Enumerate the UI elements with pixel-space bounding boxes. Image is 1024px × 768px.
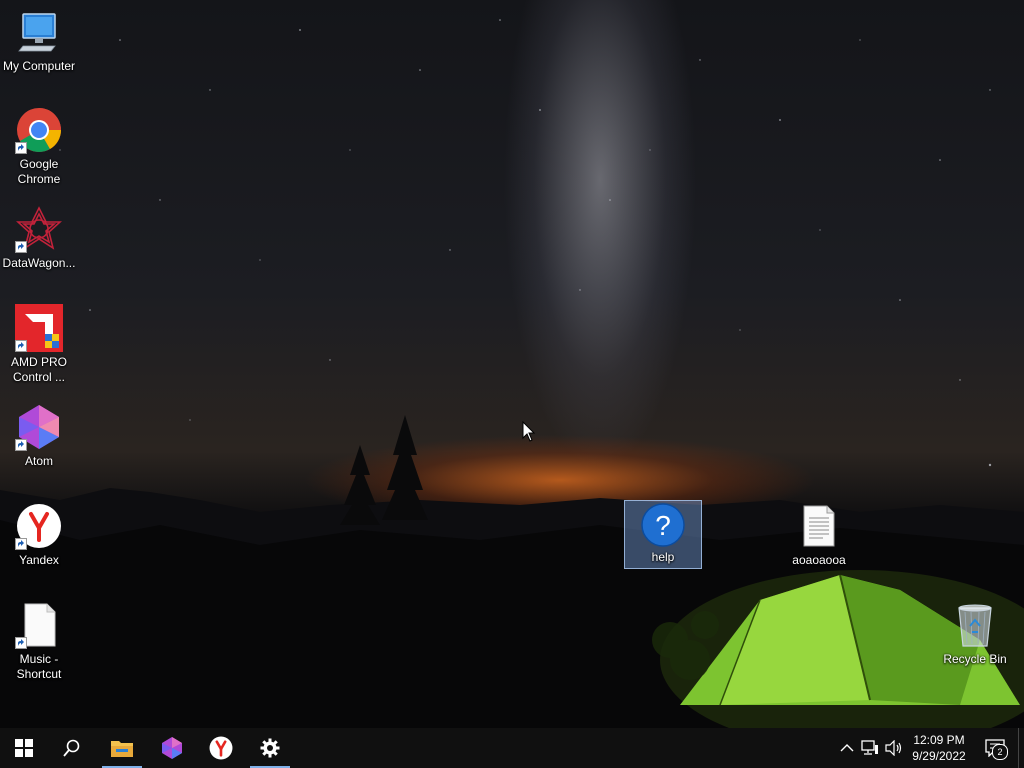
desktop-icon-aoaoaooa[interactable]: aoaoaooa xyxy=(780,502,858,568)
atom-icon xyxy=(15,403,63,451)
taskbar-yandex[interactable] xyxy=(197,728,245,768)
desktop-icon-label: My Computer xyxy=(2,59,76,73)
chevron-up-icon xyxy=(840,744,854,752)
mouse-cursor-icon xyxy=(522,421,536,442)
clock-time: 12:09 PM xyxy=(913,733,965,747)
svg-text:?: ? xyxy=(655,510,671,541)
desktop-icon-recycle-bin[interactable]: Recycle Bin xyxy=(936,601,1014,667)
search-button[interactable] xyxy=(48,728,96,768)
settings-icon xyxy=(260,738,280,758)
taskbar-atom[interactable] xyxy=(148,728,196,768)
desktop-icon-label: help xyxy=(651,550,675,564)
search-icon xyxy=(63,739,80,757)
desktop-icon-music-shortcut[interactable]: Music - Shortcut xyxy=(0,601,78,682)
action-center-button[interactable]: 2 xyxy=(982,738,1008,760)
show-desktop-button[interactable] xyxy=(1018,728,1024,768)
computer-icon xyxy=(15,8,63,56)
recycle-bin-icon xyxy=(951,601,999,649)
file-explorer-icon xyxy=(111,741,133,757)
landscape-silhouette xyxy=(0,415,1024,728)
atom-icon xyxy=(162,737,182,759)
start-button[interactable] xyxy=(0,728,48,768)
notification-count-badge: 2 xyxy=(992,744,1008,760)
yandex-icon xyxy=(209,736,233,760)
desktop-icon-label: aoaoaooa xyxy=(792,553,846,567)
desktop-icon-amd-pro-control[interactable]: AMD PRO Control ... xyxy=(0,304,78,385)
desktop-icon-help[interactable]: ? help xyxy=(624,500,702,569)
desktop-icon-label: Recycle Bin xyxy=(943,652,1007,666)
file-icon xyxy=(15,601,63,649)
taskbar: 12:09 PM 9/29/2022 2 xyxy=(0,728,1024,768)
desktop-icon-label: Google Chrome xyxy=(17,157,61,186)
desktop-icon-yandex[interactable]: Yandex xyxy=(0,502,78,568)
desktop-icon-label: DataWagon... xyxy=(2,256,76,270)
yandex-icon xyxy=(15,502,63,550)
network-button[interactable] xyxy=(860,738,880,758)
network-icon xyxy=(861,740,878,755)
shortcut-arrow-icon xyxy=(15,241,27,253)
desktop-icon-label: Yandex xyxy=(19,553,59,567)
shortcut-arrow-icon xyxy=(15,538,27,550)
shortcut-arrow-icon xyxy=(15,439,27,451)
text-file-icon xyxy=(795,502,843,550)
clock[interactable]: 12:09 PM 9/29/2022 xyxy=(906,732,972,764)
amd-icon xyxy=(15,304,63,352)
volume-button[interactable] xyxy=(884,738,904,758)
chrome-icon xyxy=(15,106,63,154)
desktop[interactable]: My Computer Google Chrome DataWagon... A… xyxy=(0,0,1024,728)
show-hidden-icons-button[interactable] xyxy=(837,738,857,758)
taskbar-settings[interactable] xyxy=(246,728,294,768)
clock-date: 9/29/2022 xyxy=(912,749,966,763)
desktop-icon-label: AMD PRO Control ... xyxy=(10,355,67,384)
speaker-icon xyxy=(885,740,902,756)
shortcut-arrow-icon xyxy=(15,340,27,352)
taskbar-file-explorer[interactable] xyxy=(98,728,146,768)
datawagon-icon xyxy=(15,205,63,253)
desktop-icon-google-chrome[interactable]: Google Chrome xyxy=(0,106,78,187)
shortcut-arrow-icon xyxy=(15,142,27,154)
start-icon xyxy=(15,739,33,757)
desktop-icon-label: Music - Shortcut xyxy=(16,652,62,681)
help-icon: ? xyxy=(639,501,687,549)
shortcut-arrow-icon xyxy=(15,637,27,649)
desktop-icon-label: Atom xyxy=(24,454,53,468)
desktop-icon-atom[interactable]: Atom xyxy=(0,403,78,469)
desktop-icon-datawagon[interactable]: DataWagon... xyxy=(0,205,78,271)
desktop-icon-my-computer[interactable]: My Computer xyxy=(0,8,78,74)
